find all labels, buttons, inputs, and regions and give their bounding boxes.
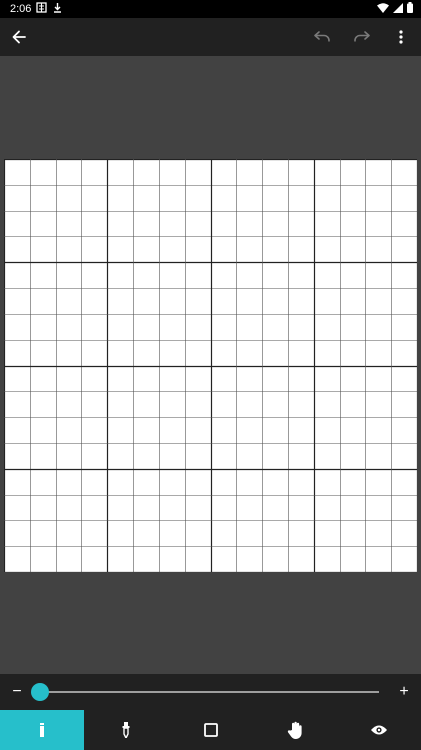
- dropper-tool-icon: [122, 722, 130, 738]
- dropper-tool-button[interactable]: [84, 710, 168, 750]
- download-icon: [54, 3, 61, 13]
- zoom-out-button[interactable]: −: [2, 674, 32, 710]
- battery-icon: [407, 2, 413, 13]
- zoom-in-button[interactable]: +: [389, 674, 419, 710]
- square-tool-icon: [203, 723, 218, 737]
- status-right-icons: [377, 2, 413, 13]
- eye-preview-icon: [370, 725, 387, 735]
- bottom-tool-bar: [0, 710, 421, 750]
- pencil-tool-button[interactable]: [0, 710, 85, 750]
- more-options-button[interactable]: [382, 18, 420, 56]
- redo-button[interactable]: [343, 18, 381, 56]
- preview-tool-button[interactable]: [337, 710, 421, 750]
- zoom-control: − +: [0, 674, 421, 710]
- zoom-slider-thumb[interactable]: [31, 683, 49, 701]
- cellular-signal-icon: [393, 2, 403, 13]
- pencil-tool-icon: [40, 723, 45, 737]
- hand-pan-icon: [287, 721, 302, 739]
- undo-button[interactable]: [303, 18, 341, 56]
- top-toolbar: [0, 18, 421, 56]
- more-vert-icon: [399, 30, 403, 44]
- status-left-icons: [36, 2, 62, 13]
- hand-pan-tool-button[interactable]: [253, 710, 337, 750]
- undo-icon: [314, 31, 330, 42]
- status-time: 2:06: [10, 3, 32, 15]
- pixel-grid-canvas[interactable]: [4, 159, 417, 572]
- back-button[interactable]: [0, 18, 38, 56]
- wifi-icon: [377, 2, 389, 13]
- zoom-slider-track[interactable]: [31, 683, 379, 701]
- redo-icon: [354, 31, 370, 42]
- square-tool-button[interactable]: [168, 710, 252, 750]
- arrow-back-icon: [12, 30, 26, 44]
- status-bar: 2:06: [0, 0, 421, 18]
- grid-lines: [4, 159, 417, 572]
- notification-app-icon: [36, 2, 47, 13]
